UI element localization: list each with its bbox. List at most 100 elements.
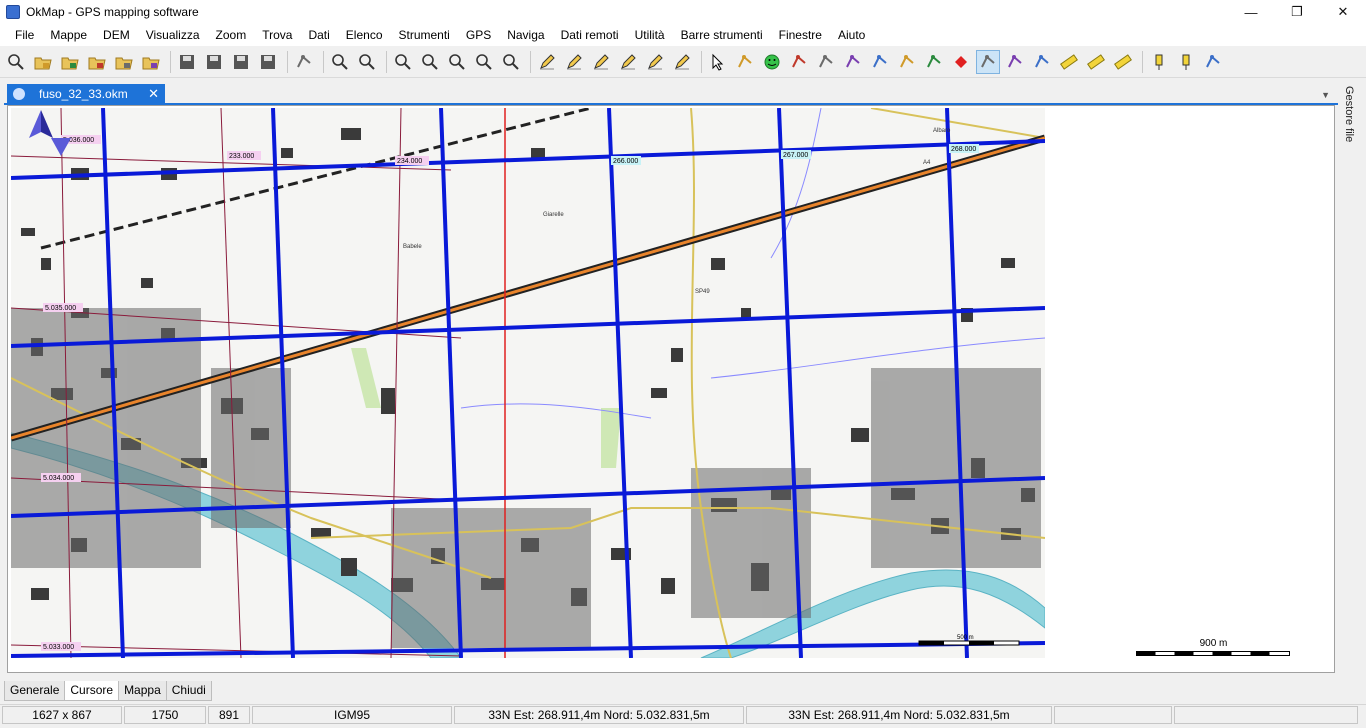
menu-elenco[interactable]: Elenco — [338, 25, 391, 45]
scale-bar: 900 m — [1136, 638, 1291, 658]
track-edit-icon[interactable] — [976, 49, 1000, 74]
maximize-button[interactable]: ❐ — [1274, 0, 1320, 24]
track-split-icon[interactable] — [1003, 50, 1027, 74]
grid-label-5035000: 5.035.000 — [45, 305, 76, 312]
open-folder-route-icon[interactable] — [85, 50, 109, 74]
place-label-albaro: Albaro — [933, 128, 951, 134]
toolbar-separator — [1142, 50, 1143, 73]
grid-label-233000: 233.000 — [229, 153, 254, 160]
okm-file-icon — [13, 88, 25, 100]
cursor-icon[interactable] — [706, 50, 730, 74]
minimize-button[interactable]: — — [1228, 0, 1274, 24]
toolbar-separator — [386, 50, 387, 73]
zoom-window-icon[interactable] — [445, 50, 469, 74]
find-icon[interactable] — [355, 50, 379, 74]
menu-finestre[interactable]: Finestre — [771, 25, 830, 45]
close-button[interactable]: ✕ — [1320, 0, 1366, 24]
place-label-sp49: SP49 — [695, 289, 710, 295]
edit-window-icon[interactable] — [589, 50, 613, 74]
tab-mappa[interactable]: Mappa — [118, 681, 167, 701]
ruler-area-icon[interactable] — [1084, 50, 1108, 74]
move-icon[interactable] — [733, 50, 757, 74]
pin-icon[interactable] — [1147, 50, 1171, 74]
menu-dati[interactable]: Dati — [300, 25, 337, 45]
draw-icon[interactable] — [868, 50, 892, 74]
status-coordinates-2: 33N Est: 268.911,4m Nord: 5.032.831,5m — [746, 705, 1052, 724]
draw-shape-icon[interactable] — [895, 50, 919, 74]
menu-naviga[interactable]: Naviga — [499, 25, 552, 45]
okmap-app-icon — [6, 5, 20, 19]
inner-scale-label: 500 m — [957, 635, 974, 641]
properties-icon[interactable] — [1201, 50, 1225, 74]
save-icon[interactable] — [175, 50, 199, 74]
edit-points-icon[interactable] — [562, 50, 586, 74]
document-tab-label: fuso_32_33.okm — [39, 87, 128, 101]
zoom-in-icon[interactable] — [391, 50, 415, 74]
menu-file[interactable]: File — [7, 25, 42, 45]
zoom-s-icon[interactable] — [472, 50, 496, 74]
tab-generale[interactable]: Generale — [4, 681, 66, 701]
menu-barre-strumenti[interactable]: Barre strumenti — [673, 25, 771, 45]
layers-icon[interactable] — [292, 50, 316, 74]
map-overview-icon[interactable] — [328, 50, 352, 74]
menu-dati-remoti[interactable]: Dati remoti — [553, 25, 627, 45]
close-tab-icon[interactable]: ✕ — [148, 86, 159, 102]
menu-dem[interactable]: DEM — [95, 25, 138, 45]
ruler-icon[interactable] — [1057, 50, 1081, 74]
menu-aiuto[interactable]: Aiuto — [830, 25, 873, 45]
status-datum: IGM95 — [252, 705, 452, 724]
scale-label: 900 m — [1199, 638, 1228, 649]
smiley-icon[interactable] — [760, 50, 784, 74]
grid-label-5033000: 5.033.000 — [43, 644, 74, 651]
status-coordinates-1: 33N Est: 268.911,4m Nord: 5.032.831,5m — [454, 705, 744, 724]
menu-mappe[interactable]: Mappe — [42, 25, 95, 45]
save-gray-icon[interactable] — [229, 50, 253, 74]
save-disabled-icon[interactable] — [256, 50, 280, 74]
zoom-out-icon[interactable] — [418, 50, 442, 74]
track-join-icon[interactable] — [1030, 50, 1054, 74]
status-empty-1 — [1054, 705, 1172, 724]
open-folder-icon[interactable] — [31, 50, 55, 74]
place-label-babele: Babele — [403, 244, 422, 250]
ruler-delete-icon[interactable] — [1111, 50, 1135, 74]
menu-utilita[interactable]: Utilità — [627, 25, 673, 45]
document-tab[interactable]: fuso_32_33.okm ✕ — [7, 84, 165, 104]
tab-cursore[interactable]: Cursore — [64, 681, 120, 701]
toolbar-separator — [323, 50, 324, 73]
route-loop-icon[interactable] — [841, 50, 865, 74]
waypoint-red-icon[interactable] — [949, 50, 973, 74]
map-canvas[interactable]: 5.036.000 5.035.000 5.034.000 5.033.000 … — [11, 108, 1045, 658]
edit-delete-icon[interactable] — [643, 50, 667, 74]
main-toolbar — [0, 46, 1366, 78]
status-cursor-y: 891 — [208, 705, 250, 724]
menu-strumenti[interactable]: Strumenti — [391, 25, 458, 45]
file-manager-panel-tab[interactable]: Gestore file — [1339, 82, 1361, 682]
cone-icon[interactable] — [922, 50, 946, 74]
open-folder-gps-icon[interactable] — [58, 50, 82, 74]
zoom-1to1-icon[interactable] — [499, 50, 523, 74]
menu-bar: File Mappe DEM Visualizza Zoom Trova Dat… — [0, 24, 1366, 46]
open-map-icon[interactable] — [4, 50, 28, 74]
toolbar-separator — [701, 50, 702, 73]
save-as-icon[interactable] — [202, 50, 226, 74]
open-folder-blue-icon[interactable] — [139, 50, 163, 74]
menu-gps[interactable]: GPS — [458, 25, 499, 45]
toolbar-separator — [530, 50, 531, 73]
menu-zoom[interactable]: Zoom — [208, 25, 255, 45]
window-title: OkMap - GPS mapping software — [26, 5, 199, 19]
route-points-icon[interactable] — [814, 50, 838, 74]
menu-visualizza[interactable]: Visualizza — [138, 25, 208, 45]
grid-label-266000: 266.000 — [613, 158, 638, 165]
edit-icon[interactable] — [535, 50, 559, 74]
open-folder-red-icon[interactable] — [112, 50, 136, 74]
status-empty-2 — [1174, 705, 1358, 724]
map-image[interactable]: 5.036.000 5.035.000 5.034.000 5.033.000 … — [11, 108, 1045, 658]
menu-trova[interactable]: Trova — [254, 25, 300, 45]
tab-list-dropdown-icon[interactable]: ▼ — [1321, 90, 1330, 100]
edit-cross-icon[interactable] — [616, 50, 640, 74]
edit-merge-icon[interactable] — [670, 50, 694, 74]
message-icon[interactable] — [787, 50, 811, 74]
map-viewport[interactable]: 5.036.000 5.035.000 5.034.000 5.033.000 … — [7, 105, 1335, 673]
tab-chiudi[interactable]: Chiudi — [165, 681, 212, 701]
pin-link-icon[interactable] — [1174, 50, 1198, 74]
